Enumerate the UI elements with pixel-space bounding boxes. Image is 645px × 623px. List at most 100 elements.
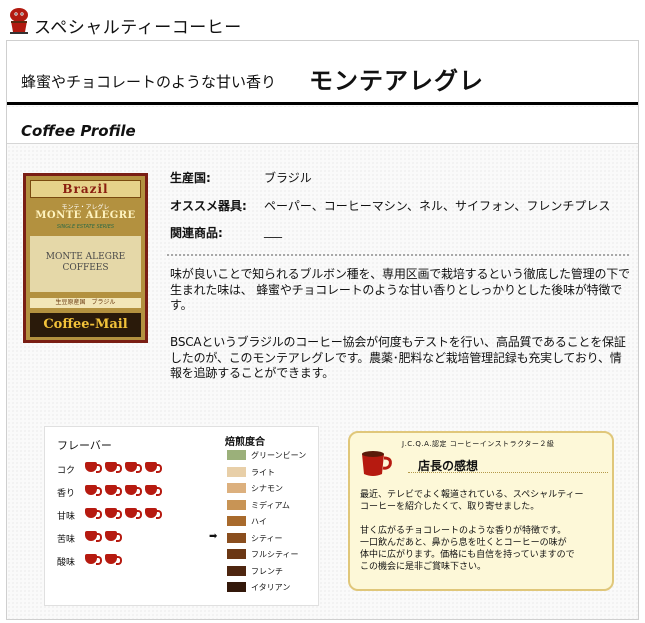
product-subtitle: 蜂蜜やチョコレートのような甘い香り xyxy=(21,73,277,91)
flavor-label: コク xyxy=(57,466,76,476)
product-package-image: Brazil モンテ・アレグレ MONTE ALEGRE SINGLE ESTA… xyxy=(23,173,148,343)
description-paragraph-2: BSCAというブラジルのコーヒー協会が何度もテストを行い、高品質であることを保証… xyxy=(170,335,626,380)
equipment-value: ペーパー、コーヒーマシン、ネル、サイフォン、フレンチプレス xyxy=(264,199,611,213)
roast-level: シナモン xyxy=(227,482,317,495)
roast-swatch xyxy=(227,582,246,592)
roast-level: グリーンビーン xyxy=(227,449,317,462)
roast-level: ハイ xyxy=(227,515,317,528)
info-divider xyxy=(167,254,629,256)
package-band-line1: MONTE ALEGRE xyxy=(45,252,126,262)
manager-comment-1: 最近、テレビでよく報道されている、スペシャルティー コーヒーを紹介したくて、取り… xyxy=(360,489,610,513)
product-name: モンテアレグレ xyxy=(309,67,484,95)
flavor-cups xyxy=(83,460,162,476)
flavor-row: コク xyxy=(57,460,187,476)
coffee-cup-icon xyxy=(103,529,122,545)
description-paragraph-1: 味が良いことで知られるブルボン種を、専用区画で栽培するという徹底した管理の下で生… xyxy=(170,267,630,312)
roast-selected-arrow-icon: ➡ xyxy=(209,530,218,542)
roast-title: 焙煎度合 xyxy=(225,437,265,448)
package-strip: 生豆原産国 ブラジル xyxy=(30,298,141,308)
roast-swatch xyxy=(227,499,246,510)
coffee-cup-icon xyxy=(83,460,102,476)
roast-label: グリーンビーン xyxy=(251,451,307,460)
coffee-cup-icon xyxy=(123,460,142,476)
manager-comment-1-line1: 最近、テレビでよく報道されている、スペシャルティー xyxy=(360,490,584,500)
site-header: スペシャルティーコーヒー xyxy=(0,0,645,40)
roast-swatch xyxy=(227,483,246,493)
roast-label: フレンチ xyxy=(251,566,283,576)
coffee-mascot-icon xyxy=(10,8,28,34)
package-logo: Coffee-Mail xyxy=(30,313,141,337)
origin-label: 生産国: xyxy=(170,171,211,185)
coffee-cup-icon xyxy=(123,483,142,499)
roast-level: フレンチ xyxy=(227,565,317,578)
roast-swatch xyxy=(227,516,246,526)
flavor-cups xyxy=(83,483,162,499)
coffee-cup-icon xyxy=(83,506,102,522)
coffee-cup-icon xyxy=(143,460,162,476)
roast-level: イタリアン xyxy=(227,581,317,594)
coffee-cup-icon xyxy=(83,529,102,545)
package-series: SINGLE ESTATE SERIES xyxy=(56,224,115,230)
coffee-cup-icon xyxy=(143,483,162,499)
roast-label: イタリアン xyxy=(251,583,291,592)
origin-value: ブラジル xyxy=(264,171,312,185)
related-label: 関連商品: xyxy=(170,226,223,240)
roast-label: ミディアム xyxy=(251,500,290,510)
package-band: MONTE ALEGRE COFFEES xyxy=(30,236,141,292)
coffee-cup-icon xyxy=(143,506,162,522)
roast-swatch xyxy=(227,532,246,543)
roast-label: ハイ xyxy=(251,517,267,526)
title-row: 蜂蜜やチョコレートのような甘い香り モンテアレグレ xyxy=(7,41,638,105)
flavor-label: 酸味 xyxy=(57,558,76,568)
roast-label: シナモン xyxy=(251,484,283,493)
coffee-cup-icon xyxy=(103,460,122,476)
roast-level: フルシティー xyxy=(227,548,317,561)
profile-bar: Coffee Profile xyxy=(7,107,638,144)
flavor-panel: フレーバー コク香り甘味苦味酸味 焙煎度合 グリーンビーン ライトシナモンミディア… xyxy=(44,426,319,606)
roast-swatch xyxy=(227,450,246,460)
coffee-cup-icon xyxy=(362,451,392,476)
coffee-cup-icon xyxy=(83,483,102,499)
manager-divider xyxy=(408,472,608,473)
flavor-title: フレーバー xyxy=(57,439,112,452)
coffee-cup-icon xyxy=(103,506,122,522)
product-frame: 蜂蜜やチョコレートのような甘い香り モンテアレグレ Coffee Profile… xyxy=(6,40,639,620)
package-band-text: MONTE ALEGRE COFFEES xyxy=(30,252,141,274)
manager-comment-2-line2: 一口飲んだあと、鼻から息を吐くとコーヒーの味が xyxy=(360,538,567,548)
site-title: スペシャルティーコーヒー xyxy=(34,18,242,38)
coffee-cup-icon xyxy=(103,552,122,568)
roast-level: シティー xyxy=(227,532,317,545)
roast-swatch xyxy=(227,565,246,576)
manager-comment-1-line2: コーヒーを紹介したくて、取り寄せました。 xyxy=(360,502,540,512)
equipment-label: オススメ器具: xyxy=(170,199,247,213)
flavor-label: 苦味 xyxy=(57,535,76,545)
manager-comment-2-line4: この機会に是非ご賞味下さい。 xyxy=(360,562,487,572)
coffee-cup-icon xyxy=(83,552,102,568)
manager-comment-2-line1: 甘く広がるチョコレートのような香りが特徴です。 xyxy=(360,526,567,536)
title-divider xyxy=(7,102,638,105)
manager-certification: J.C.Q.A.認定 コーヒーインストラクター２級 xyxy=(402,440,555,448)
flavor-cups xyxy=(83,552,122,568)
manager-comment-2: 甘く広がるチョコレートのような香りが特徴です。 一口飲んだあと、鼻から息を吐くと… xyxy=(360,525,610,573)
related-value[interactable]: ___ xyxy=(264,224,282,238)
roast-label: ライト xyxy=(251,467,275,477)
coffee-cup-icon xyxy=(103,483,122,499)
flavor-cups xyxy=(83,506,162,522)
flavor-label: 甘味 xyxy=(57,512,76,522)
profile-heading: Coffee Profile xyxy=(21,122,136,140)
coffee-cup-icon xyxy=(123,506,142,522)
roast-label: シティー xyxy=(251,533,283,543)
package-name: MONTE ALEGRE xyxy=(35,210,136,221)
manager-comment-2-line3: 体中に広がります。価格にも自信を持っていますので xyxy=(360,550,575,560)
flavor-label: 香り xyxy=(57,489,76,499)
package-band-line2: COFFEES xyxy=(62,263,109,273)
roast-level: ライト xyxy=(227,466,317,479)
manager-comment-panel: J.C.Q.A.認定 コーヒーインストラクター２級 店長の感想 最近、テレビでよ… xyxy=(348,431,614,591)
roast-swatch xyxy=(227,466,246,477)
package-country: Brazil xyxy=(30,180,141,198)
flavor-row: 苦味 xyxy=(57,529,187,545)
roast-swatch xyxy=(227,549,246,559)
flavor-cups xyxy=(83,529,122,545)
roast-level: ミディアム xyxy=(227,499,317,512)
roast-label: フルシティー xyxy=(251,550,299,559)
